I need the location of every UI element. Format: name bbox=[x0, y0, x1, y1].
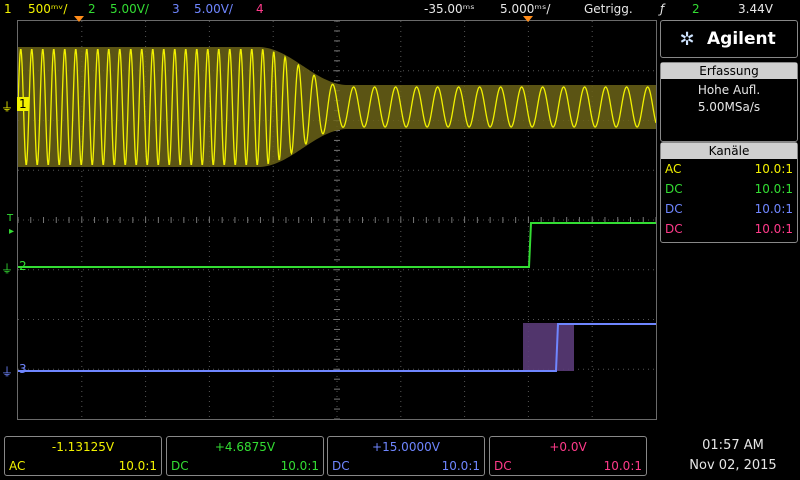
ch3-scale[interactable]: 5.00V/ bbox=[194, 2, 233, 16]
ch2-info-box[interactable]: +4.6875V DC 10.0:1 bbox=[166, 436, 324, 476]
panel-ch4-coupling: DC bbox=[665, 222, 683, 236]
trigger-edge-icon: ƒ bbox=[660, 2, 665, 16]
ch1-number[interactable]: 1 bbox=[4, 2, 12, 16]
ch1-scale-value: 500 bbox=[28, 2, 51, 16]
channels-box[interactable]: Kanäle AC 10.0:1 DC 10.0:1 DC 10.0:1 DC 10.0… bbox=[660, 142, 798, 243]
panel-ch1-row[interactable]: AC 10.0:1 bbox=[661, 159, 797, 179]
ch3-burst bbox=[523, 323, 574, 371]
time-offset-unit: ᵐˢ bbox=[462, 2, 475, 16]
trigger-source[interactable]: 2 bbox=[692, 2, 700, 16]
trigger-mode: Getrigg. bbox=[584, 2, 633, 16]
ch4-number[interactable]: 4 bbox=[256, 2, 264, 16]
ch1-scale-unit: ᵐᵛ/ bbox=[50, 2, 68, 16]
ch3-marker[interactable]: 3 bbox=[19, 362, 27, 376]
panel-ch2-row[interactable]: DC 10.0:1 bbox=[661, 179, 797, 199]
ch3-coupling: DC bbox=[332, 459, 350, 473]
timebase-unit: ᵐˢ/ bbox=[534, 2, 551, 16]
ch1-offset: -1.13125V bbox=[51, 440, 115, 454]
trigger-arrow-icon: ▸ bbox=[9, 226, 15, 237]
panel-ch3-coupling: DC bbox=[665, 202, 683, 216]
clock-date: Nov 02, 2015 bbox=[689, 458, 777, 473]
ch3-number[interactable]: 3 bbox=[172, 2, 180, 16]
panel-ch3-row[interactable]: DC 10.0:1 bbox=[661, 199, 797, 219]
ch1-coupling: AC bbox=[9, 459, 26, 473]
timebase[interactable]: 5.000ᵐˢ/ bbox=[500, 2, 550, 16]
waveform-display[interactable] bbox=[17, 20, 657, 420]
trigger-position-marker-icon bbox=[523, 16, 533, 22]
time-offset-value: -35.00 bbox=[424, 2, 463, 16]
ch3-ground-icon: ⏚ bbox=[1, 365, 14, 379]
time-offset[interactable]: -35.00ᵐˢ bbox=[424, 2, 475, 16]
panel-ch2-probe: 10.0:1 bbox=[754, 182, 793, 196]
ch1-scale[interactable]: 500ᵐᵛ/ bbox=[28, 2, 67, 16]
ch4-coupling: DC bbox=[494, 459, 512, 473]
ch2-offset: +4.6875V bbox=[214, 440, 276, 454]
ch2-number[interactable]: 2 bbox=[88, 2, 96, 16]
time-reference-marker-icon bbox=[74, 16, 84, 22]
sample-rate: 5.00MSa/s bbox=[697, 100, 761, 114]
ch4-probe: 10.0:1 bbox=[603, 459, 642, 473]
graticule bbox=[18, 21, 656, 419]
ch3-offset: +15.0000V bbox=[372, 440, 440, 454]
ch1-marker[interactable]: 1 bbox=[17, 97, 29, 111]
agilent-spark-icon: ✲ bbox=[679, 28, 695, 50]
status-bar: 1 500ᵐᵛ/ 2 5.00V/ 3 5.00V/ 4 -35.00ᵐˢ 5.… bbox=[0, 0, 800, 18]
side-panel: ✲ Agilent Erfassung Hohe Aufl. 5.00MSa/s… bbox=[660, 20, 798, 245]
waveforms bbox=[18, 47, 656, 372]
acquisition-box[interactable]: Erfassung Hohe Aufl. 5.00MSa/s bbox=[660, 62, 798, 142]
trigger-level[interactable]: 3.44V bbox=[738, 2, 773, 16]
ch2-probe: 10.0:1 bbox=[280, 459, 319, 473]
ch1-envelope bbox=[18, 47, 656, 167]
acquisition-header: Erfassung bbox=[661, 63, 797, 79]
ch1-ground-icon: ⏚ bbox=[1, 100, 14, 114]
ch2-ground-icon: ⏚ bbox=[1, 262, 14, 276]
brand-name: Agilent bbox=[707, 29, 776, 49]
trigger-level-marker[interactable]: T bbox=[7, 213, 13, 224]
ch3-probe: 10.0:1 bbox=[441, 459, 480, 473]
ch1-probe: 10.0:1 bbox=[118, 459, 157, 473]
channels-header: Kanäle bbox=[661, 143, 797, 159]
ch4-info-box[interactable]: +0.0V DC 10.0:1 bbox=[489, 436, 647, 476]
timebase-value: 5.000 bbox=[500, 2, 535, 16]
brand-logo: ✲ Agilent bbox=[660, 20, 798, 58]
panel-ch4-probe: 10.0:1 bbox=[754, 222, 793, 236]
panel-ch4-row[interactable]: DC 10.0:1 bbox=[661, 219, 797, 239]
ch4-offset: +0.0V bbox=[549, 440, 587, 454]
ch2-coupling: DC bbox=[171, 459, 189, 473]
acquisition-mode: Hohe Aufl. bbox=[697, 83, 761, 97]
ch3-info-box[interactable]: +15.0000V DC 10.0:1 bbox=[327, 436, 485, 476]
panel-ch2-coupling: DC bbox=[665, 182, 683, 196]
ch2-marker[interactable]: 2 bbox=[19, 259, 27, 273]
panel-ch3-probe: 10.0:1 bbox=[754, 202, 793, 216]
ch2-scale[interactable]: 5.00V/ bbox=[110, 2, 149, 16]
ch1-info-box[interactable]: -1.13125V AC 10.0:1 bbox=[4, 436, 162, 476]
panel-ch1-probe: 10.0:1 bbox=[754, 162, 793, 176]
panel-ch1-coupling: AC bbox=[665, 162, 682, 176]
clock-time: 01:57 AM bbox=[702, 438, 764, 453]
